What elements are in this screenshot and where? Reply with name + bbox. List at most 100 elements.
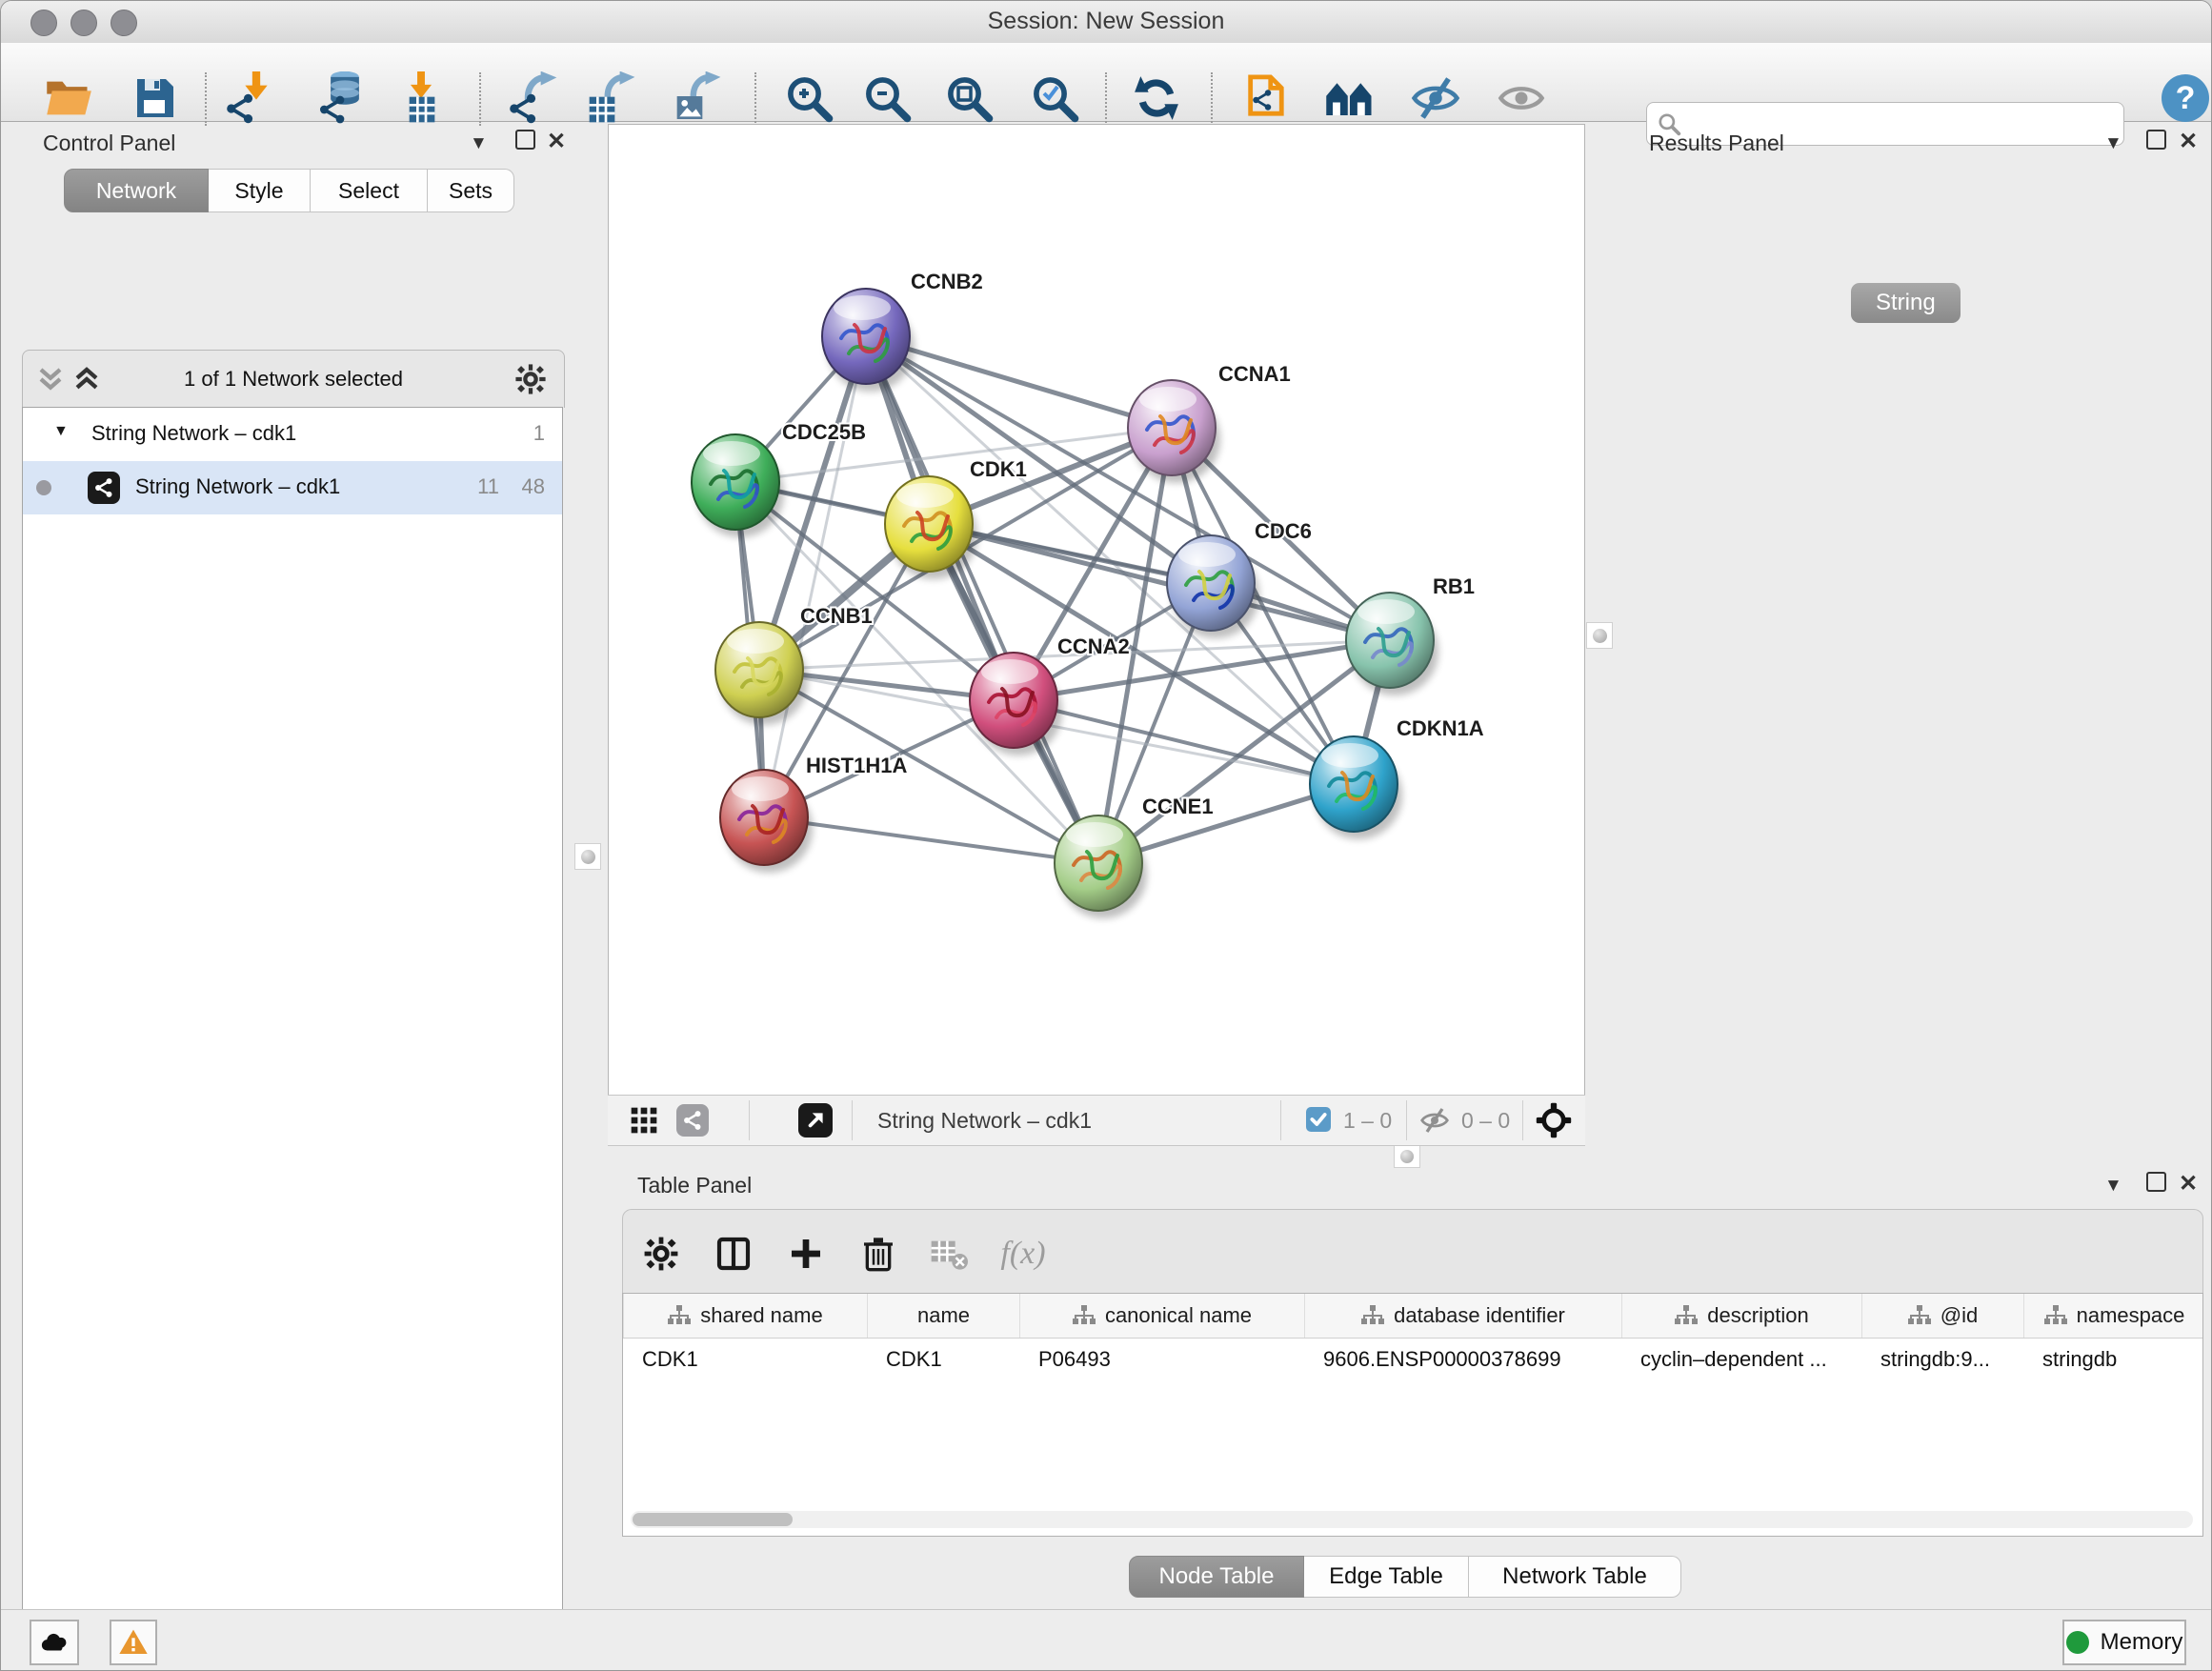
string-network-icon xyxy=(88,472,120,504)
network-node-ccna1[interactable] xyxy=(1128,380,1220,483)
import-network-database-button[interactable] xyxy=(316,70,372,126)
show-all-button[interactable] xyxy=(1494,70,1549,126)
network-node-hist1h1a[interactable] xyxy=(720,770,813,873)
memory-button[interactable]: Memory xyxy=(2062,1620,2186,1665)
column-header-canonical-name[interactable]: canonical name xyxy=(1019,1294,1304,1338)
network-node-ccna2[interactable] xyxy=(970,653,1062,755)
network-view[interactable]: CCNB2CCNA1CDC25BCDK1CDC6RB1CCNB1CCNA2CDK… xyxy=(608,124,1585,1096)
add-column-button[interactable] xyxy=(781,1229,831,1278)
column-header-shared-name[interactable]: shared name xyxy=(623,1294,867,1338)
save-session-button[interactable] xyxy=(127,70,182,126)
column-header-name[interactable]: name xyxy=(867,1294,1019,1338)
first-neighbors-button[interactable] xyxy=(1237,70,1292,126)
open-in-window-button[interactable] xyxy=(798,1103,833,1137)
column-type-icon xyxy=(1675,1305,1698,1326)
main-toolbar: ? xyxy=(1,43,2211,122)
network-edge[interactable] xyxy=(929,524,1390,640)
table-cell[interactable]: stringdb xyxy=(2023,1338,2203,1381)
export-table-button[interactable] xyxy=(584,70,639,126)
tab-string[interactable]: String xyxy=(1851,283,1961,323)
table-cell[interactable]: CDK1 xyxy=(867,1338,1019,1381)
grid-mode-button[interactable] xyxy=(629,1105,659,1140)
tab-select[interactable]: Select xyxy=(311,169,428,212)
network-type-badge[interactable] xyxy=(676,1104,709,1137)
network-edge[interactable] xyxy=(764,817,1098,863)
collapse-panel-icon[interactable]: ▼ xyxy=(470,134,488,152)
network-node-cdc25b[interactable] xyxy=(692,434,784,537)
network-node-ccne1[interactable] xyxy=(1055,815,1147,918)
node-label-cdkn1a: CDKN1A xyxy=(1397,716,1484,740)
table-hscrollbar[interactable] xyxy=(631,1511,2193,1528)
collapse-panel-icon[interactable]: ▼ xyxy=(2104,134,2122,152)
node-label-ccnb1: CCNB1 xyxy=(800,604,873,628)
tab-network-table[interactable]: Network Table xyxy=(1469,1556,1681,1598)
horizontal-splitter-handle[interactable] xyxy=(1394,1145,1420,1168)
open-session-button[interactable] xyxy=(41,70,96,126)
apply-layout-button[interactable] xyxy=(1129,70,1184,126)
zoom-selected-button[interactable] xyxy=(1027,70,1082,126)
import-table-icon xyxy=(395,71,449,125)
table-panel-title: Table Panel xyxy=(637,1173,752,1198)
table-cell[interactable]: 9606.ENSP00000378699 xyxy=(1304,1338,1621,1381)
column-type-icon xyxy=(2044,1305,2067,1326)
network-collection-row[interactable]: ▼ String Network – cdk1 1 xyxy=(23,408,562,461)
network-node-cdc6[interactable] xyxy=(1167,535,1259,638)
network-row-selected[interactable]: String Network – cdk1 11 48 xyxy=(23,461,562,514)
hidden-eye-icon[interactable] xyxy=(1419,1105,1450,1140)
show-columns-button[interactable] xyxy=(709,1229,758,1278)
import-table-button[interactable] xyxy=(394,70,450,126)
import-network-file-button[interactable] xyxy=(223,70,278,126)
tab-style[interactable]: Style xyxy=(209,169,311,212)
window-title: Session: New Session xyxy=(1,8,2211,35)
hide-selected-button[interactable] xyxy=(1408,70,1463,126)
network-graph[interactable]: CCNB2CCNA1CDC25BCDK1CDC6RB1CCNB1CCNA2CDK… xyxy=(609,125,1584,1095)
float-panel-icon[interactable] xyxy=(515,130,535,150)
zoom-in-button[interactable] xyxy=(781,70,836,126)
cloud-status-button[interactable] xyxy=(30,1620,79,1665)
network-node-cdkn1a[interactable] xyxy=(1310,736,1402,839)
column-header-description[interactable]: description xyxy=(1621,1294,1861,1338)
table-cell[interactable]: cyclin–dependent ... xyxy=(1621,1338,1861,1381)
tab-node-table[interactable]: Node Table xyxy=(1129,1556,1304,1598)
float-panel-icon[interactable] xyxy=(2146,1172,2166,1192)
table-cell[interactable]: stringdb:9... xyxy=(1861,1338,2023,1381)
tab-sets[interactable]: Sets xyxy=(428,169,514,212)
toolbar-separator xyxy=(205,72,207,126)
close-panel-icon[interactable]: ✕ xyxy=(547,131,566,153)
float-panel-icon[interactable] xyxy=(2146,130,2166,150)
network-label: String Network – cdk1 xyxy=(135,474,340,499)
node-label-ccne1: CCNE1 xyxy=(1142,795,1214,818)
warnings-button[interactable] xyxy=(110,1620,157,1665)
gear-icon[interactable] xyxy=(514,363,547,395)
close-panel-icon[interactable]: ✕ xyxy=(2179,131,2198,153)
left-splitter-handle[interactable] xyxy=(574,843,601,870)
column-header--id[interactable]: @id xyxy=(1861,1294,2023,1338)
network-node-rb1[interactable] xyxy=(1346,593,1438,695)
collapse-panel-icon[interactable]: ▼ xyxy=(2104,1177,2122,1195)
tree-expand-icon[interactable]: ▼ xyxy=(53,423,69,440)
column-header-database-identifier[interactable]: database identifier xyxy=(1304,1294,1621,1338)
houses-icon xyxy=(1324,72,1376,124)
network-node-cdk1[interactable] xyxy=(885,476,977,579)
zoom-fit-button[interactable] xyxy=(941,70,996,126)
export-network-button[interactable] xyxy=(506,70,561,126)
network-edge[interactable] xyxy=(764,336,866,817)
table-settings-button[interactable] xyxy=(636,1229,686,1278)
network-edge[interactable] xyxy=(866,336,1098,863)
tab-edge-table[interactable]: Edge Table xyxy=(1304,1556,1469,1598)
strip-separator xyxy=(1280,1100,1281,1140)
delete-column-button[interactable] xyxy=(854,1229,903,1278)
birds-eye-button[interactable] xyxy=(1536,1102,1572,1143)
selected-checkbox[interactable] xyxy=(1306,1107,1331,1132)
right-splitter-handle[interactable] xyxy=(1586,622,1613,649)
tab-network[interactable]: Network xyxy=(64,169,209,212)
table-cell[interactable]: P06493 xyxy=(1019,1338,1304,1381)
help-button[interactable]: ? xyxy=(2158,70,2212,126)
table-cell[interactable]: CDK1 xyxy=(623,1338,867,1381)
close-panel-icon[interactable]: ✕ xyxy=(2179,1173,2198,1196)
column-header-namespace[interactable]: namespace xyxy=(2023,1294,2203,1338)
zoom-out-button[interactable] xyxy=(859,70,915,126)
network-node-ccnb2[interactable] xyxy=(822,289,915,392)
export-image-button[interactable] xyxy=(670,70,725,126)
nested-networks-button[interactable] xyxy=(1322,70,1377,126)
